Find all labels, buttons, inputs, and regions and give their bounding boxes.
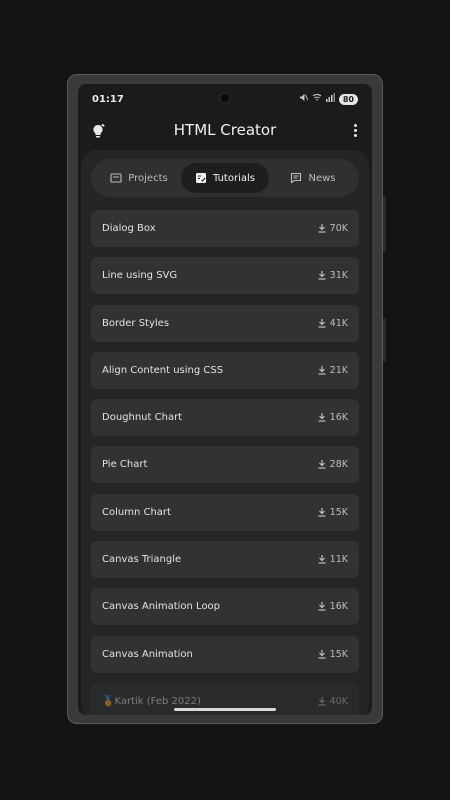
status-icons: 80 <box>299 93 358 105</box>
tab-tutorials[interactable]: Tutorials <box>181 163 269 193</box>
app-title: HTML Creator <box>173 121 277 139</box>
tab-label: News <box>308 172 336 184</box>
phone-screen: 01:17 80 HTML Creator Projects Tutorials… <box>78 84 372 715</box>
item-title: Border Styles <box>102 317 170 329</box>
list-item[interactable]: Border Styles 41K <box>91 304 359 342</box>
download-icon <box>318 224 326 233</box>
item-title: Canvas Triangle <box>102 554 182 566</box>
document-icon <box>196 173 206 183</box>
item-title: Align Content using CSS <box>102 364 224 376</box>
overflow-menu-icon[interactable] <box>354 124 358 138</box>
content-panel: Projects Tutorials News Dialog Box 70K Li… <box>81 150 369 715</box>
download-icon <box>318 318 326 328</box>
list-item[interactable]: Canvas Animation Loop 16K <box>91 588 359 626</box>
item-title: 🏅Kartik (Feb 2022) <box>102 695 201 707</box>
home-indicator[interactable] <box>174 708 276 711</box>
list-item[interactable]: Column Chart 15K <box>91 493 359 531</box>
app-bar: HTML Creator <box>78 116 372 146</box>
item-title: Column Chart <box>102 506 171 518</box>
tutorial-list: Dialog Box 70K Line using SVG 31K Border S… <box>91 210 359 715</box>
tab-projects[interactable]: Projects <box>97 163 181 193</box>
item-title: Dialog Box <box>102 223 156 234</box>
download-count: 28K <box>318 459 348 470</box>
window-icon <box>110 173 122 183</box>
download-icon <box>318 271 326 280</box>
list-item[interactable]: Align Content using CSS 21K <box>91 351 359 389</box>
list-item[interactable]: Pie Chart 28K <box>91 446 359 484</box>
list-item[interactable]: Canvas Triangle 11K <box>91 541 359 579</box>
download-icon <box>318 413 326 422</box>
tab-label: Projects <box>128 172 168 184</box>
tab-label: Tutorials <box>213 172 255 184</box>
signal-icon <box>325 93 335 105</box>
download-count: 15K <box>318 649 348 660</box>
download-icon <box>318 507 326 517</box>
download-count: 15K <box>318 507 348 518</box>
download-icon <box>318 555 326 564</box>
download-count: 16K <box>318 412 348 423</box>
download-icon <box>318 649 326 659</box>
item-title: Canvas Animation <box>102 648 193 660</box>
volume-button <box>383 196 386 252</box>
list-item[interactable]: Canvas Animation 15K <box>91 635 359 673</box>
item-title: Doughnut Chart <box>102 412 183 424</box>
mute-icon <box>299 93 309 105</box>
download-count: 40K <box>318 696 348 707</box>
list-item[interactable]: Dialog Box 70K <box>91 210 359 247</box>
item-title: Pie Chart <box>102 459 148 471</box>
list-item[interactable]: Doughnut Chart 16K <box>91 399 359 437</box>
power-button <box>383 318 386 362</box>
tab-bar: Projects Tutorials News <box>91 159 359 197</box>
item-title: Line using SVG <box>102 270 178 282</box>
download-icon <box>318 696 326 706</box>
download-count: 70K <box>318 223 348 234</box>
tab-news[interactable]: News <box>271 163 355 193</box>
wifi-icon <box>312 93 322 105</box>
download-icon <box>318 460 326 470</box>
download-icon <box>318 365 326 375</box>
download-count: 16K <box>318 601 348 612</box>
list-item[interactable]: Line using SVG 31K <box>91 257 359 295</box>
battery-badge: 80 <box>338 93 358 105</box>
status-bar: 01:17 80 <box>78 84 372 114</box>
download-count: 31K <box>318 270 348 281</box>
download-count: 11K <box>318 554 348 565</box>
download-count: 21K <box>318 365 348 376</box>
status-time: 01:17 <box>92 94 124 105</box>
front-camera <box>221 94 229 102</box>
message-icon <box>291 172 302 184</box>
download-count: 41K <box>318 318 348 329</box>
item-title: Canvas Animation Loop <box>102 601 221 613</box>
download-icon <box>318 602 326 611</box>
